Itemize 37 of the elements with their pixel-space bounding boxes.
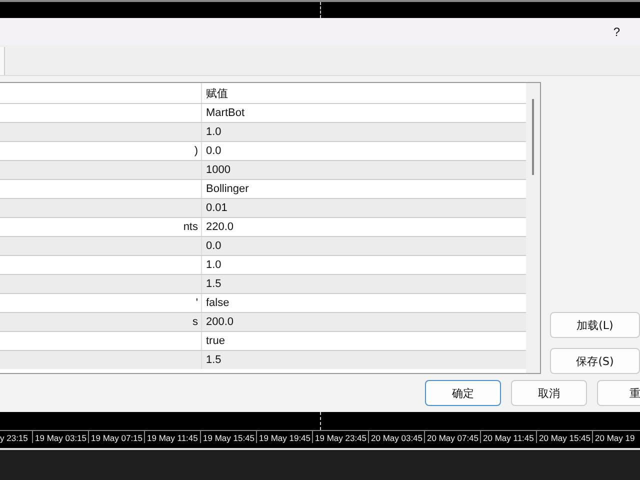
help-button[interactable]: ? [613,24,620,38]
scrollbar-thumb[interactable] [532,99,534,175]
time-label: 20 May 11:45 [480,431,536,443]
time-label: 19 May 11:45 [144,431,200,443]
table-cell-text: 1.5 [205,354,222,366]
time-label: 20 May 15:45 [536,431,592,443]
time-label: 20 May 03:45 [368,431,424,443]
table-cell-text: 200.0 [205,316,234,328]
time-label: 19 May 07:15 [88,431,144,443]
time-label: 19 May 23:45 [312,431,368,443]
table-cell-text: true [205,335,225,347]
dialog-button[interactable]: 重 [597,380,640,406]
time-label: 19 May 19:45 [256,431,312,443]
dialog-button[interactable]: 取消 [511,380,587,406]
time-label: 19 May 03:15 [32,431,88,443]
table-cell-text: false [205,297,230,309]
column-header: 赋值 [205,86,228,100]
table-cell-text: MartBot [205,107,245,119]
table-cell-text: 1.0 [205,259,222,271]
time-label: 19 May 15:45 [200,431,256,443]
scrollbar[interactable] [526,83,540,373]
dialog-button[interactable]: 确定 [425,380,501,406]
time-label: 20 May 19 [592,431,640,443]
time-label: 20 May 07:45 [424,431,480,443]
side-button[interactable]: 加载(L) [550,312,640,338]
table-cell-text: 0.01 [205,202,228,214]
table-cell-text: 1000 [205,164,230,176]
tab[interactable] [0,47,5,75]
time-label: y 23:15 [0,432,29,443]
side-button[interactable]: 保存(S) [550,348,640,374]
table-cell: s [0,313,202,331]
table-cell-text: Bollinger [205,183,249,195]
table-cell-text: 0.0 [205,145,222,157]
table-cell-text: 220.0 [205,221,234,233]
table-cell-text: 0.0 [205,240,222,252]
table-cell-text: 1.5 [205,278,222,290]
table-cell-text: 1.0 [205,126,222,138]
